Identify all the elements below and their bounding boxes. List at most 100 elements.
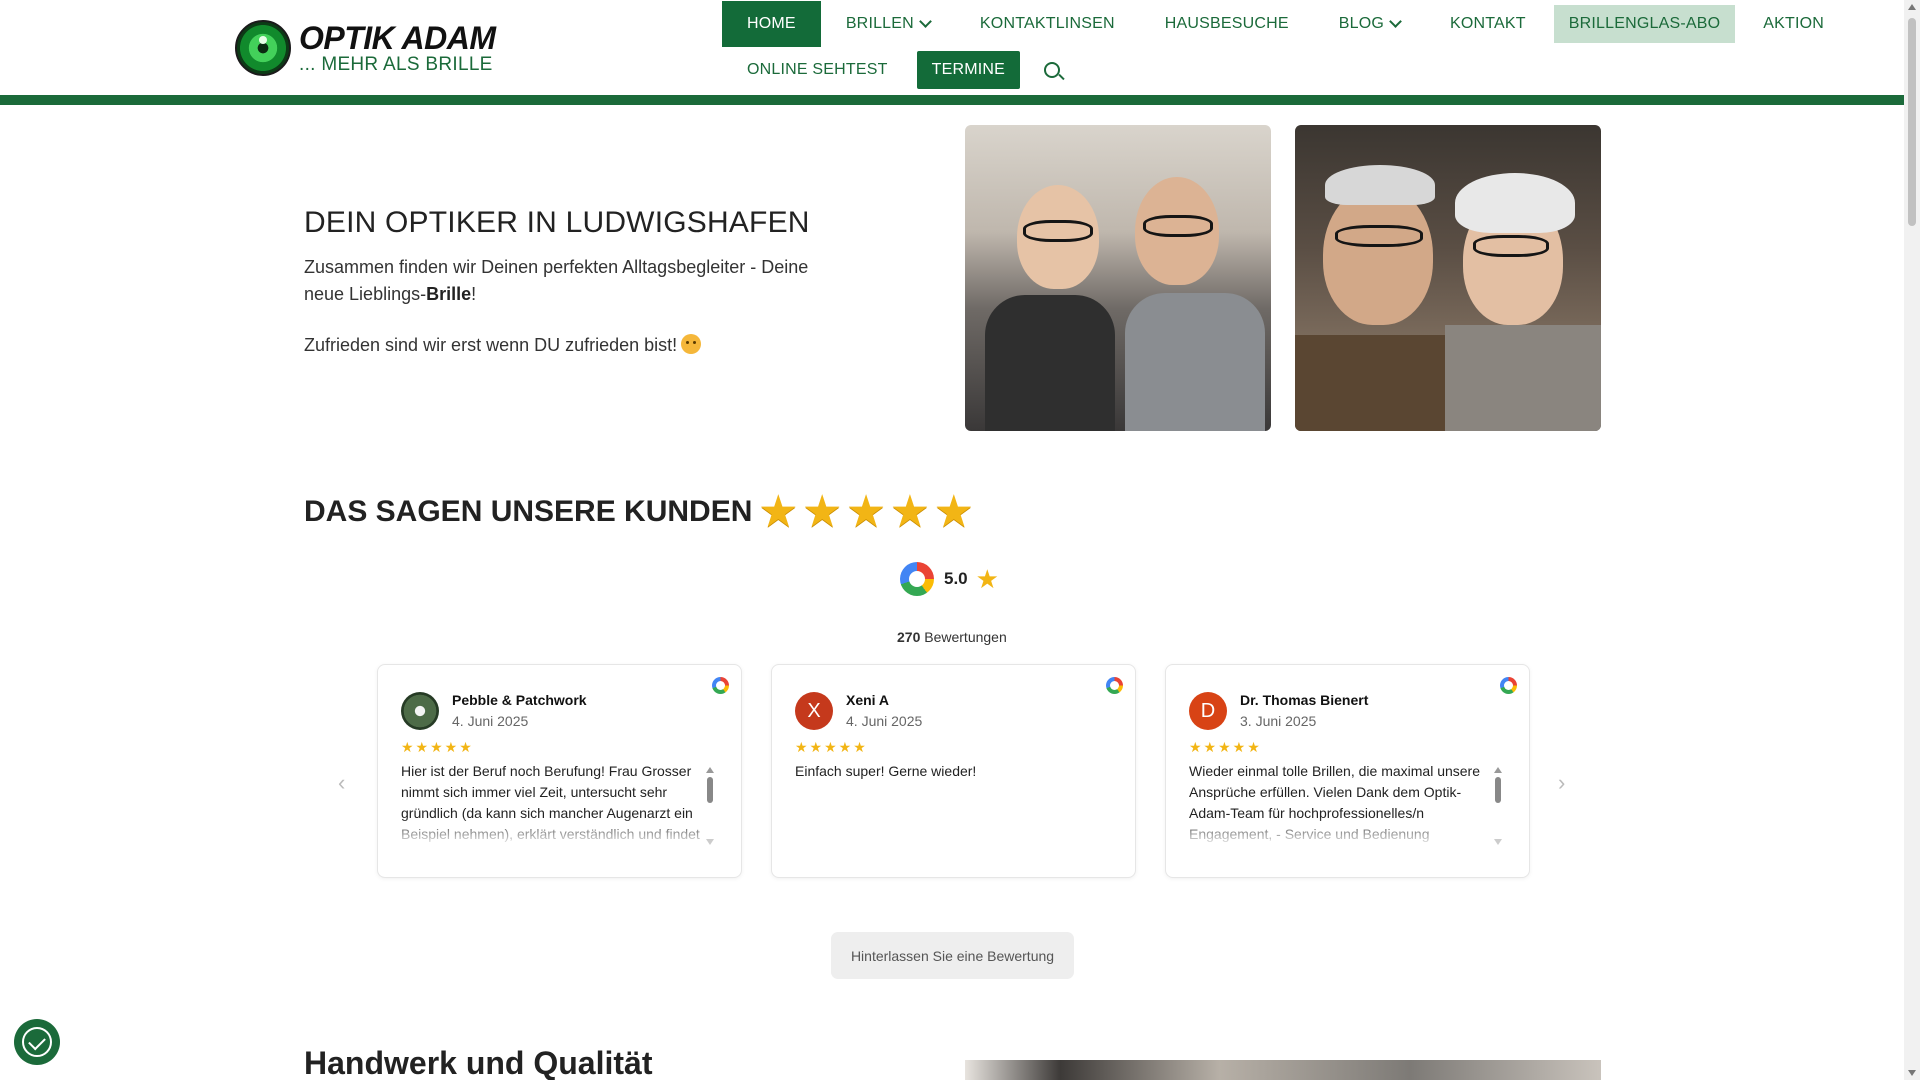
nav-aktion-label: AKTION <box>1763 15 1825 32</box>
nav-hausbesuche[interactable]: HAUSBESUCHE <box>1140 1 1314 47</box>
review-count-label: Bewertungen <box>924 629 1007 645</box>
star-icon: ★ <box>760 490 797 534</box>
nav-online-sehtest-label: ONLINE SEHTEST <box>747 61 888 78</box>
glasses-shape <box>1473 235 1549 257</box>
section-title: Handwerk und Qualität <box>304 1045 653 1080</box>
avatar: X <box>795 692 833 730</box>
hero-photo-senior-couple <box>1295 125 1601 431</box>
glasses-shape <box>1023 220 1093 242</box>
scroll-down-icon[interactable] <box>706 839 714 845</box>
review-count: 270 Bewertungen <box>897 629 1007 645</box>
scroll-thumb[interactable] <box>707 777 713 803</box>
scroll-thumb[interactable] <box>1495 777 1501 803</box>
star-icon: ★ <box>848 490 884 534</box>
leave-review-button[interactable]: Hinterlassen Sie eine Bewertung <box>831 932 1074 979</box>
reviews-title-text: DAS SAGEN UNSERE KUNDEN <box>304 495 753 528</box>
hero-text-part: Zusammen finden wir Deinen perfekten All… <box>304 257 809 304</box>
nav-kontakt[interactable]: KONTAKT <box>1425 1 1551 47</box>
star-icon: ★ <box>804 490 841 534</box>
reviews-title: DAS SAGEN UNSERE KUNDEN ★ ★ ★ ★ ★ <box>304 492 972 532</box>
review-text: Einfach super! Gerne wieder! <box>795 763 977 779</box>
page-scrollbar[interactable] <box>1904 0 1920 1080</box>
logo[interactable]: OPTIK ADAM ... MEHR ALS BRILLE <box>235 18 510 78</box>
scroll-thumb[interactable] <box>1908 18 1916 226</box>
review-text: Wieder einmal tolle Brillen, die maximal… <box>1189 761 1489 847</box>
nav-brillen[interactable]: BRILLEN <box>821 1 955 47</box>
shirt-shape <box>985 295 1115 431</box>
shirt-shape <box>1125 293 1265 431</box>
nav-home-label: HOME <box>747 15 796 32</box>
nav-blog-label: BLOG <box>1338 15 1384 32</box>
nav-row-1: HOME BRILLEN KONTAKTLINSEN HAUSBESUCHE B… <box>722 1 1849 47</box>
review-stars: ★★★★★ <box>1189 739 1262 755</box>
nav-aktion[interactable]: AKTION <box>1738 1 1849 47</box>
scroll-up-icon[interactable] <box>1908 4 1916 10</box>
hero-text-satisfaction: Zufrieden sind wir erst wenn DU zufriede… <box>304 334 702 356</box>
scroll-up-icon[interactable] <box>706 767 714 773</box>
google-icon <box>1106 677 1123 694</box>
site-header: OPTIK ADAM ... MEHR ALS BRILLE HOME BRIL… <box>0 0 1904 96</box>
logo-tagline: ... MEHR ALS BRILLE <box>299 54 493 75</box>
hair-shape <box>1455 173 1575 233</box>
nav-termine-button[interactable]: TERMINE <box>916 51 1021 89</box>
carousel-prev-arrow[interactable]: ‹ <box>338 770 345 796</box>
scroll-down-icon[interactable] <box>1908 1070 1916 1076</box>
nav-kontaktlinsen-label: KONTAKTLINSEN <box>979 15 1115 32</box>
review-stars: ★★★★★ <box>795 739 868 755</box>
jacket-shape <box>1295 335 1445 431</box>
rating-score: 5.0 <box>944 569 968 588</box>
review-text: Hier ist der Beruf noch Berufung! Frau G… <box>401 761 701 847</box>
google-icon <box>1500 677 1517 694</box>
nav-brillenglas-abo[interactable]: BRILLENGLAS-ABO <box>1553 5 1736 43</box>
cookie-consent-button[interactable] <box>14 1019 60 1065</box>
review-scrollbar[interactable] <box>705 767 715 845</box>
star-icon: ★ <box>935 490 972 534</box>
workshop-photo <box>965 1060 1601 1080</box>
nav-row-2: ONLINE SEHTEST TERMINE <box>722 49 1061 91</box>
nav-termine-label: TERMINE <box>931 61 1006 78</box>
search-icon[interactable] <box>1044 62 1061 78</box>
chevron-down-icon <box>919 15 932 28</box>
carousel-next-arrow[interactable]: › <box>1558 770 1565 796</box>
review-date: 4. Juni 2025 <box>452 713 529 729</box>
cookie-check-icon <box>22 1027 52 1057</box>
nav-brillen-label: BRILLEN <box>845 15 914 32</box>
google-rating-summary: 5.0 ★ <box>900 562 999 596</box>
review-scrollbar[interactable] <box>1493 767 1503 845</box>
star-icon: ★ <box>891 490 928 534</box>
eye-logo-icon <box>235 20 291 76</box>
hero-text-bold: Brille <box>426 284 472 304</box>
glasses-shape <box>1335 225 1423 247</box>
glasses-shape <box>1143 215 1213 237</box>
nav-online-sehtest[interactable]: ONLINE SEHTEST <box>722 49 913 91</box>
smiling-emoji-icon <box>681 334 702 354</box>
review-stars: ★★★★★ <box>401 739 474 755</box>
reviewer-name: Xeni A <box>846 692 890 708</box>
logo-title: OPTIK ADAM <box>299 20 496 56</box>
google-icon <box>712 677 729 694</box>
nav-home[interactable]: HOME <box>722 1 821 47</box>
hero-text: Zusammen finden wir Deinen perfekten All… <box>304 254 824 308</box>
review-card: X Xeni A 4. Juni 2025 ★★★★★ Einfach supe… <box>771 664 1136 878</box>
nav-kontaktlinsen[interactable]: KONTAKTLINSEN <box>955 1 1140 47</box>
nav-kontakt-label: KONTAKT <box>1449 15 1526 32</box>
review-date: 3. Juni 2025 <box>1240 713 1317 729</box>
review-card: Pebble & Patchwork 4. Juni 2025 ★★★★★ Hi… <box>377 664 742 878</box>
scroll-down-icon[interactable] <box>1494 839 1502 845</box>
review-card: D Dr. Thomas Bienert 3. Juni 2025 ★★★★★ … <box>1165 664 1530 878</box>
reviewer-name: Pebble & Patchwork <box>452 692 587 708</box>
scroll-up-icon[interactable] <box>1494 767 1502 773</box>
reviewer-name: Dr. Thomas Bienert <box>1240 692 1369 708</box>
hero-title: DEIN OPTIKER IN LUDWIGSHAFEN <box>304 206 810 239</box>
hero-photo-young-couple <box>965 125 1271 431</box>
hair-shape <box>1325 165 1435 205</box>
scarf-shape <box>1445 325 1601 431</box>
nav-hausbesuche-label: HAUSBESUCHE <box>1164 15 1289 32</box>
review-date: 4. Juni 2025 <box>846 713 923 729</box>
hero-text-end: ! <box>471 284 477 304</box>
logo-text: OPTIK ADAM ... MEHR ALS BRILLE <box>299 20 496 75</box>
star-icon: ★ <box>975 564 999 594</box>
nav-blog[interactable]: BLOG <box>1314 1 1425 47</box>
avatar <box>401 692 439 730</box>
google-icon <box>900 562 934 596</box>
